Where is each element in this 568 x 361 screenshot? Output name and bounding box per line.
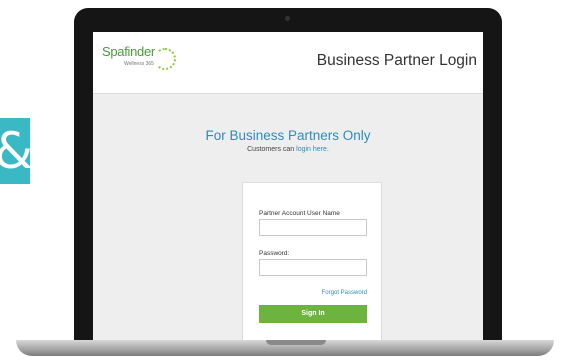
promo-title: For Business Partners Only [205,128,371,143]
username-label: Partner Account User Name [259,210,340,217]
laptop-base-notch [266,340,326,345]
login-card: Partner Account User Name Password: Forg… [242,182,382,342]
page-title: Business Partner Login [316,52,477,69]
sign-in-button[interactable]: Sign In [259,305,367,323]
site-header: Spafinder Wellness 365 Business Partner … [93,32,483,94]
customer-login-link[interactable]: login here. [296,146,329,153]
password-label: Password: [259,250,290,257]
promo-subtitle-text: Customers can [247,146,295,153]
spafinder-logo[interactable]: Spafinder Wellness 365 [102,44,182,80]
laptop-base [16,340,554,356]
logo-text: Spafinder [102,44,155,59]
username-input[interactable] [259,219,367,236]
laptop-screen: Spafinder Wellness 365 Business Partner … [93,32,483,342]
logo-ring-icon [154,48,176,70]
camera-icon [285,16,290,21]
laptop-frame: Spafinder Wellness 365 Business Partner … [74,8,502,342]
promo-subtitle: Customers can login here. [93,146,483,153]
forgot-password-link[interactable]: Forgot Password [322,290,367,296]
ampersand-decoration: & [0,118,33,184]
logo-subtext: Wellness 365 [124,61,154,67]
password-input[interactable] [259,259,367,276]
ampersand-glyph: & [0,118,33,184]
